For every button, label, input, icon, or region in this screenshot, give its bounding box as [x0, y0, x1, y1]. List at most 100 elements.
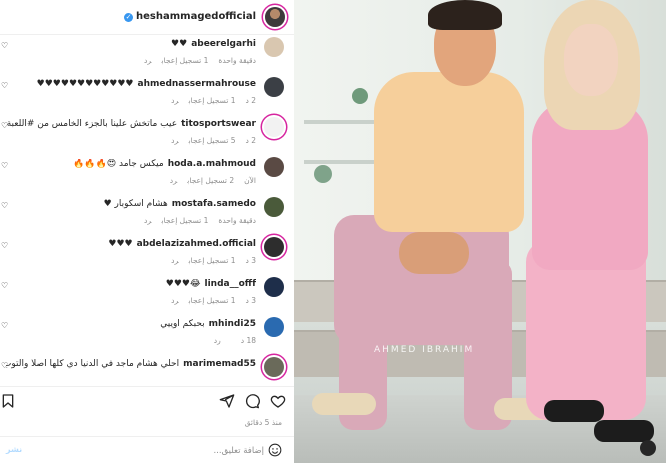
commenter-avatar[interactable] — [264, 37, 284, 57]
post-actions — [0, 386, 294, 417]
reply-button[interactable]: رد — [171, 296, 178, 305]
comment-time: دقيقة واحدة — [218, 56, 256, 65]
reply-button[interactable]: رد — [171, 256, 178, 265]
comment-likes-count[interactable]: 2 تسجيل إعجاب — [187, 176, 234, 185]
comments-panel: ✓ heshammagedofficial abeerelgarhi♥♥ دقيقة… — [0, 0, 294, 463]
comment-text: ♥♥♥♥♥♥♥♥♥♥♥♥ — [36, 79, 134, 89]
reply-button[interactable]: رد — [214, 336, 221, 345]
comment-likes-count[interactable]: 1 تسجيل إعجاب — [162, 56, 209, 65]
commenter-username[interactable]: hoda.a.mahmoud — [168, 159, 256, 169]
commenter-username[interactable]: ahmednassermahrouse — [138, 79, 257, 89]
comment-time: 3 د — [245, 296, 256, 305]
comment-text: ♥♥ — [171, 39, 188, 49]
comment-like-heart-icon[interactable]: ♡ — [1, 322, 8, 330]
comment-like-heart-icon[interactable]: ♡ — [1, 122, 8, 130]
comment-text-line: hoda.a.mahmoud ميكس جامد 😍🔥🔥🔥 — [6, 159, 256, 169]
comment-text-line: mostafa.samedo هشام اسكوبار ♥ — [6, 199, 256, 209]
plant-decoration — [314, 165, 332, 183]
man-sandal — [312, 393, 376, 415]
verified-badge-icon: ✓ — [124, 13, 134, 22]
commenter-username[interactable]: abeerelgarhi — [191, 39, 256, 49]
post-time: منذ 5 دقائق — [244, 418, 282, 427]
woman-slide — [594, 420, 654, 442]
add-comment-bar: نشر — [0, 436, 294, 464]
heart-icon[interactable] — [270, 393, 286, 409]
comment-like-heart-icon[interactable]: ♡ — [1, 42, 8, 50]
comment-like-heart-icon[interactable]: ♡ — [1, 82, 8, 90]
comment-row: marimemad55احلي هشام ماجد في الدنيا دي ك… — [0, 354, 294, 384]
author-username-text[interactable]: heshammagedofficial — [136, 11, 256, 22]
reply-button[interactable]: رد — [171, 136, 178, 145]
comment-meta: الآن 2 تسجيل إعجاب رد — [160, 176, 256, 185]
comment-text: 😂♥♥♥ — [165, 279, 201, 289]
commenter-avatar[interactable] — [264, 277, 284, 297]
comment-like-heart-icon[interactable]: ♡ — [1, 282, 8, 290]
commenter-avatar[interactable] — [264, 157, 284, 177]
commenter-username[interactable]: linda__offf — [205, 279, 256, 289]
comment-likes-count[interactable]: 1 تسجيل إعجاب — [189, 96, 236, 105]
post-image[interactable]: AHMED IBRAHIM — [294, 0, 666, 463]
comment-text: ♥♥♥ — [108, 239, 133, 249]
bookmark-icon[interactable] — [0, 393, 16, 409]
commenter-username[interactable]: marimemad55 — [183, 359, 256, 369]
comment-text-line: ahmednassermahrouse ♥♥♥♥♥♥♥♥♥♥♥♥ — [6, 79, 256, 89]
commenter-username[interactable]: mhindi25 — [209, 319, 256, 329]
comment-likes-count[interactable]: 1 تسجيل إعجاب — [189, 256, 236, 265]
reply-button[interactable]: رد — [144, 216, 151, 225]
comment-text-line: abdelazizahmed.official ♥♥♥ — [6, 239, 256, 249]
comment-text-line: abeerelgarhi♥♥ — [6, 39, 256, 49]
comment-list[interactable]: abeerelgarhi♥♥ دقيقة واحدة 1 تسجيل إعجاب رد… — [0, 34, 294, 384]
comment-text-line: linda__offf 😂♥♥♥ — [6, 279, 256, 289]
commenter-username[interactable]: mostafa.samedo — [172, 199, 256, 209]
commenter-username[interactable]: abdelazizahmed.official — [137, 239, 256, 249]
comment-like-heart-icon[interactable]: ♡ — [1, 362, 8, 370]
comment-meta: 3 د 1 تسجيل إعجاب رد — [161, 256, 256, 265]
comment-meta: دقيقة واحدة 1 تسجيل إعجاب رد — [134, 56, 256, 65]
share-icon[interactable] — [219, 393, 235, 409]
commenter-avatar[interactable] — [264, 77, 284, 97]
comment-row: abdelazizahmed.official ♥♥♥ 3 د 1 تسجيل إعج… — [0, 234, 294, 274]
commenter-avatar[interactable] — [264, 197, 284, 217]
comment-row: titosportswearعيب ماتخش علينا بالجزء الخ… — [0, 114, 294, 154]
commenter-avatar[interactable] — [264, 317, 284, 337]
comment-input[interactable] — [40, 442, 266, 460]
commenter-avatar[interactable] — [264, 357, 284, 377]
comment-likes-count[interactable]: 1 تسجيل إعجاب — [162, 216, 209, 225]
commenter-avatar[interactable] — [264, 117, 284, 137]
comment-likes-count[interactable]: 1 تسجيل إعجاب — [189, 296, 236, 305]
comment-icon[interactable] — [244, 393, 260, 409]
man-hands — [399, 232, 469, 274]
comment-time: الآن — [244, 176, 256, 185]
comment-likes-count[interactable]: 5 تسجيل إعجاب — [189, 136, 236, 145]
comment-row: mhindi25 بحبكم اوييي 18 د رد ♡ — [0, 314, 294, 354]
reply-button[interactable]: رد — [144, 56, 151, 65]
comment-text-line: marimemad55احلي هشام ماجد في الدنيا دي ك… — [6, 359, 256, 369]
wall-shelf — [304, 160, 374, 164]
emoji-icon[interactable] — [268, 443, 282, 457]
comment-text: ميكس جامد 😍🔥🔥🔥 — [73, 159, 164, 169]
comment-row: ahmednassermahrouse ♥♥♥♥♥♥♥♥♥♥♥♥ 2 د 1 تسجي… — [0, 74, 294, 114]
woman-slide — [544, 400, 604, 422]
comment-meta: 3 د 1 تسجيل إعجاب رد — [161, 296, 256, 305]
reply-button[interactable]: رد — [171, 96, 178, 105]
author-avatar[interactable] — [265, 7, 285, 27]
commenter-avatar[interactable] — [264, 237, 284, 257]
comment-time: 2 د — [245, 136, 256, 145]
author-username[interactable]: ✓ heshammagedofficial — [124, 11, 256, 22]
man-shirt — [374, 72, 524, 232]
comment-meta: دقيقة واحدة 1 تسجيل إعجاب رد — [134, 216, 256, 225]
woman-face — [564, 24, 618, 96]
post-comment-button[interactable]: نشر — [6, 445, 22, 454]
comment-row: abeerelgarhi♥♥ دقيقة واحدة 1 تسجيل إعجاب رد… — [0, 34, 294, 74]
comment-text-line: titosportswearعيب ماتخش علينا بالجزء الخ… — [6, 119, 256, 129]
commenter-username[interactable]: titosportswear — [181, 119, 256, 129]
comment-like-heart-icon[interactable]: ♡ — [1, 202, 8, 210]
comment-row: mostafa.samedo هشام اسكوبار ♥ دقيقة واحدة 1… — [0, 194, 294, 234]
comment-text: هشام اسكوبار ♥ — [103, 199, 168, 209]
comment-meta: 18 د رد — [204, 336, 256, 345]
comment-like-heart-icon[interactable]: ♡ — [1, 242, 8, 250]
comment-like-heart-icon[interactable]: ♡ — [1, 162, 8, 170]
reply-button[interactable]: رد — [170, 176, 177, 185]
more-options-icon[interactable] — [640, 440, 656, 456]
comment-meta: 2 د 1 تسجيل إعجاب رد — [161, 96, 256, 105]
